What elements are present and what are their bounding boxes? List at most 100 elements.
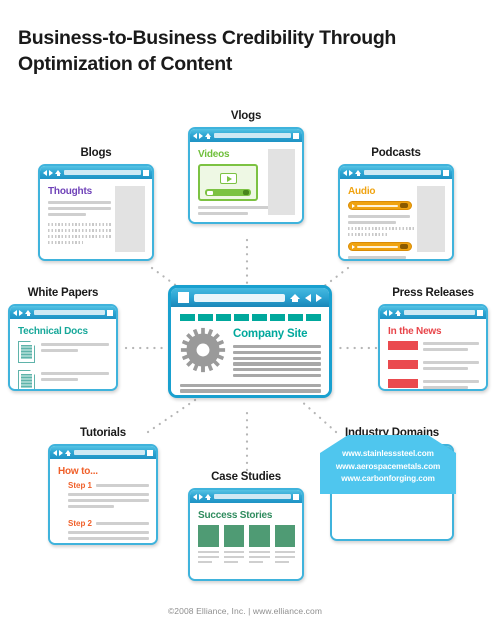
- titlebar: [190, 129, 302, 142]
- text-line: [423, 348, 468, 351]
- node-white-papers[interactable]: White Papers Technical Docs: [8, 287, 118, 391]
- window-button-icon[interactable]: [147, 449, 153, 456]
- forward-icon[interactable]: [49, 169, 53, 176]
- news-item[interactable]: [388, 360, 479, 373]
- audio-player[interactable]: [348, 242, 412, 251]
- forward-icon[interactable]: [19, 309, 23, 316]
- url-bar[interactable]: [214, 494, 291, 499]
- back-icon[interactable]: [383, 309, 387, 316]
- window-content: Company Site: [171, 307, 329, 395]
- window-button-icon[interactable]: [178, 292, 189, 303]
- site-nav-bar[interactable]: [180, 314, 321, 321]
- play-button-icon[interactable]: [219, 173, 237, 184]
- forward-icon[interactable]: [199, 132, 203, 139]
- news-item[interactable]: [388, 379, 479, 389]
- forward-icon[interactable]: [199, 493, 203, 500]
- browser-window-press-releases[interactable]: In the News: [378, 304, 488, 391]
- audio-track[interactable]: [357, 204, 398, 207]
- forward-icon[interactable]: [389, 309, 393, 316]
- document-row[interactable]: [18, 370, 109, 389]
- window-button-icon[interactable]: [143, 169, 149, 176]
- story-card[interactable]: [249, 525, 270, 565]
- news-item[interactable]: [388, 341, 479, 354]
- node-tutorials[interactable]: Tutorials How to... Step 1 Step 2: [48, 427, 158, 545]
- node-company-site[interactable]: Company Site: [168, 285, 332, 398]
- back-icon[interactable]: [53, 449, 57, 456]
- home-icon[interactable]: [290, 293, 300, 303]
- nav-segment[interactable]: [306, 314, 321, 321]
- window-button-icon[interactable]: [107, 309, 113, 316]
- url-bar[interactable]: [34, 310, 105, 315]
- nav-segment[interactable]: [180, 314, 195, 321]
- video-player[interactable]: [198, 164, 258, 201]
- browser-window-white-papers[interactable]: Technical Docs: [8, 304, 118, 391]
- forward-icon[interactable]: [349, 169, 353, 176]
- forward-icon[interactable]: [316, 293, 322, 302]
- forward-icon[interactable]: [59, 449, 63, 456]
- audio-knob[interactable]: [400, 203, 408, 208]
- node-blogs[interactable]: Blogs Thoughts: [38, 147, 154, 261]
- back-icon[interactable]: [193, 132, 197, 139]
- url-bar[interactable]: [214, 133, 291, 138]
- home-icon[interactable]: [205, 132, 212, 140]
- text-line: [423, 367, 468, 370]
- back-icon[interactable]: [43, 169, 47, 176]
- story-thumbnail: [274, 525, 295, 547]
- window-button-icon[interactable]: [293, 493, 299, 500]
- audio-knob[interactable]: [400, 244, 408, 249]
- node-case-studies[interactable]: Case Studies Success Stories: [188, 471, 304, 581]
- browser-window-tutorials[interactable]: How to... Step 1 Step 2: [48, 444, 158, 545]
- url-bar[interactable]: [364, 170, 441, 175]
- browser-window-case-studies[interactable]: Success Stories: [188, 488, 304, 581]
- titlebar: [340, 166, 452, 179]
- domain-url[interactable]: www.aerospacemetals.com: [324, 461, 452, 474]
- home-icon[interactable]: [395, 309, 402, 317]
- nav-segment[interactable]: [198, 314, 213, 321]
- window-button-icon[interactable]: [293, 132, 299, 139]
- nav-segment[interactable]: [270, 314, 285, 321]
- home-icon[interactable]: [55, 169, 62, 177]
- text-line: [274, 551, 295, 554]
- browser-window-blogs[interactable]: Thoughts: [38, 164, 154, 261]
- back-icon[interactable]: [193, 493, 197, 500]
- domain-url[interactable]: www.carbonforging.com: [324, 473, 452, 486]
- back-icon[interactable]: [343, 169, 347, 176]
- story-card[interactable]: [198, 525, 219, 565]
- document-row[interactable]: [18, 341, 109, 363]
- url-bar[interactable]: [194, 293, 285, 302]
- window-button-icon[interactable]: [443, 169, 449, 176]
- home-icon[interactable]: [65, 449, 72, 457]
- node-label-blogs: Blogs: [80, 147, 112, 159]
- audio-player[interactable]: [348, 201, 412, 210]
- browser-window-podcasts[interactable]: Audio: [338, 164, 454, 261]
- home-icon[interactable]: [205, 493, 212, 501]
- url-bar[interactable]: [74, 450, 145, 455]
- nav-segment[interactable]: [216, 314, 231, 321]
- node-press-releases[interactable]: Press Releases In the News: [378, 287, 488, 391]
- nav-segment[interactable]: [234, 314, 249, 321]
- play-icon[interactable]: [352, 244, 355, 249]
- browser-window-vlogs[interactable]: Videos: [188, 127, 304, 224]
- node-podcasts[interactable]: Podcasts Audio: [338, 147, 454, 261]
- play-icon[interactable]: [352, 203, 355, 208]
- nav-segment[interactable]: [252, 314, 267, 321]
- node-industry-domains[interactable]: Industry Domains www.stainlesssteel.com …: [320, 427, 456, 541]
- story-card[interactable]: [223, 525, 244, 565]
- browser-window-company-site[interactable]: Company Site: [168, 285, 332, 398]
- audio-track[interactable]: [357, 245, 398, 248]
- domain-suggestion-dropdown[interactable]: www.stainlesssteel.com www.aerospacemeta…: [320, 435, 456, 495]
- domain-url[interactable]: www.stainlesssteel.com: [324, 448, 452, 461]
- video-seek-bar[interactable]: [205, 189, 251, 196]
- home-icon[interactable]: [25, 309, 32, 317]
- seek-knob[interactable]: [243, 190, 249, 195]
- back-icon[interactable]: [13, 309, 17, 316]
- window-button-icon[interactable]: [477, 309, 483, 316]
- nav-segment[interactable]: [288, 314, 303, 321]
- node-vlogs[interactable]: Vlogs Videos: [188, 110, 304, 224]
- url-bar[interactable]: [64, 170, 141, 175]
- home-icon[interactable]: [355, 169, 362, 177]
- back-icon[interactable]: [305, 293, 311, 302]
- url-bar[interactable]: [404, 310, 475, 315]
- gear-icon: [180, 327, 226, 373]
- story-card[interactable]: [274, 525, 295, 565]
